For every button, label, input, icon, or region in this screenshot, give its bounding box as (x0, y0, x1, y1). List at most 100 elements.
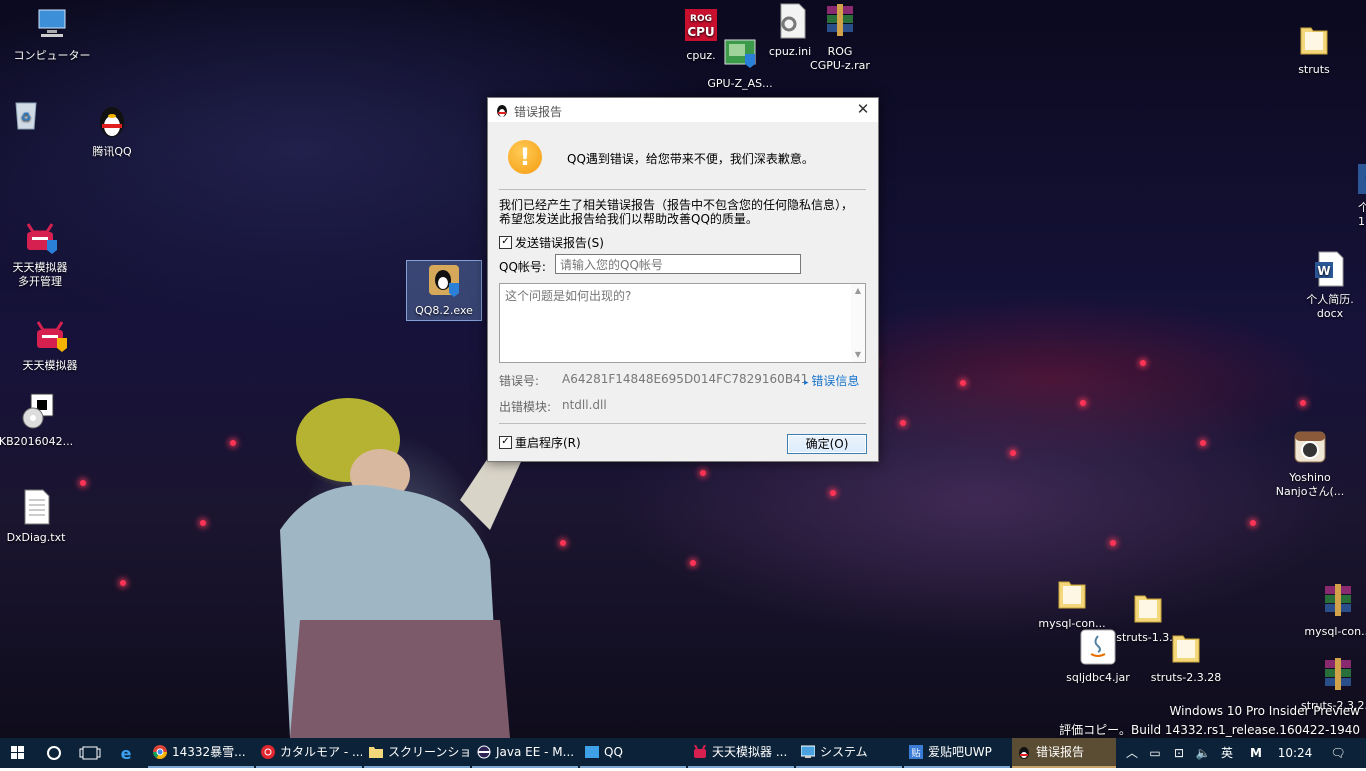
glowstick (200, 520, 206, 526)
scroll-down-icon[interactable]: ▼ (851, 348, 865, 362)
tiantian-emulator-icon (36, 321, 67, 352)
svg-text:♻: ♻ (21, 110, 32, 124)
desktop-icon-resume[interactable]: W 个人简历. docx (1290, 250, 1366, 321)
glowstick (1010, 450, 1016, 456)
volume-icon[interactable]: 🔈 (1192, 738, 1214, 768)
battery-icon[interactable]: ▭ (1144, 738, 1166, 768)
glowstick (1140, 360, 1146, 366)
folder-icon (1300, 27, 1328, 55)
ok-button[interactable]: 确定(O) (787, 434, 867, 454)
cortana-button[interactable] (36, 738, 72, 768)
desktop-icon-recycle-bin[interactable]: ♻ (0, 95, 66, 138)
icon-label: mysql-con... (1304, 625, 1366, 638)
winrar-archive-icon (1325, 658, 1351, 690)
divider (499, 423, 866, 424)
ime-mode[interactable]: 英 (1216, 738, 1238, 768)
java-jar-icon (1080, 629, 1116, 665)
close-icon[interactable]: ✕ (854, 100, 872, 118)
error-info-link[interactable]: ▸ 错误信息 (804, 372, 859, 389)
clock[interactable]: 10:24 (1270, 738, 1320, 768)
desktop-icon-resume-partial[interactable]: W 个 1 (1340, 160, 1366, 229)
send-report-label[interactable]: 发送错误报告(S) (515, 234, 604, 251)
taskbar-item-label: 天天模拟器 ... (712, 745, 788, 759)
error-number-value: A64281F14848E695D014FC7829160B41 (562, 372, 809, 386)
glowstick (960, 380, 966, 386)
show-hidden-icons-button[interactable]: ︿ (1122, 738, 1142, 768)
taskbar-item-label: 爱贴吧UWP (928, 745, 992, 759)
computer-icon (38, 9, 66, 37)
chevron-up-icon: ︿ (1125, 746, 1138, 760)
glowstick (120, 580, 126, 586)
taskbar-item-eclipse[interactable]: Java EE - M... (472, 738, 578, 768)
restart-checkbox[interactable]: ✓ (499, 436, 512, 449)
desktop-icon-struts-2[interactable]: struts-2.3.28 (1146, 628, 1226, 685)
taskbar-item-chrome[interactable]: 14332暴雪... (148, 738, 254, 768)
glowstick (1300, 400, 1306, 406)
start-button[interactable] (0, 738, 36, 768)
desktop-icon-computer[interactable]: コンピューター (12, 6, 92, 63)
icon-label: 天天模拟器 多开管理 (12, 261, 68, 288)
taskbar-item-tieba-uwp[interactable]: 贴爱贴吧UWP (904, 738, 1010, 768)
glowstick (1250, 520, 1256, 526)
icon-label: 天天模拟器 (22, 359, 78, 372)
taskbar-item-qq[interactable]: QQ (580, 738, 686, 768)
svg-text:贴: 贴 (911, 747, 920, 759)
error-number-label: 错误号: (499, 374, 540, 388)
task-view-button[interactable] (72, 738, 108, 768)
desktop-icon-qq-exe[interactable]: QQ8.2.exe (406, 260, 482, 321)
taskbar-item-error-report[interactable]: 错误报告 (1012, 738, 1116, 768)
desktop-icon-sqljdbc[interactable]: sqljdbc4.jar (1058, 628, 1138, 685)
network-icon[interactable]: ⊡ (1168, 738, 1190, 768)
action-center-icon[interactable]: 🗨 (1324, 738, 1352, 768)
word-document-icon: W (1358, 164, 1366, 194)
taskbar: e 14332暴雪... カタルモア - ... スクリーンショ... Java… (0, 738, 1366, 768)
taskbar-item-tiantian[interactable]: 天天模拟器 ... (688, 738, 794, 768)
send-report-checkbox[interactable]: ✓ (499, 236, 512, 249)
icon-label: コンピューター (13, 49, 91, 62)
glowstick (1110, 540, 1116, 546)
edge-button[interactable]: e (108, 738, 144, 768)
textarea-scrollbar[interactable]: ▲ ▼ (851, 284, 865, 362)
glowstick (830, 490, 836, 496)
qq-account-input[interactable]: 请输入您的QQ帐号 (555, 254, 801, 274)
ime-pad[interactable]: M (1244, 738, 1268, 768)
desktop-icon-mysql-con-folder[interactable]: mysql-con... (1032, 574, 1112, 631)
camera-app-icon (1294, 431, 1326, 463)
taskbar-item-system[interactable]: システム (796, 738, 902, 768)
restart-label[interactable]: 重启程序(R) (515, 434, 581, 451)
taskbar-item-label: 错误报告 (1036, 745, 1085, 759)
folder-icon (1058, 581, 1086, 609)
installer-disc-icon (22, 393, 54, 429)
build-watermark-line2: 評価コピー。Build 14332.rs1_release.160422-194… (1059, 723, 1360, 737)
taskbar-item-label: カタルモア - ... (280, 745, 362, 759)
svg-text:W: W (1317, 264, 1330, 278)
desktop-icon-tiantian-multi[interactable]: 天天模拟器 多开管理 (0, 218, 80, 289)
scroll-up-icon[interactable]: ▲ (851, 284, 865, 298)
qq-penguin-icon (497, 105, 507, 117)
taskbar-item-music[interactable]: カタルモア - ... (256, 738, 362, 768)
desktop-icon-mysql-con-rar[interactable]: mysql-con... (1298, 582, 1366, 639)
icon-label: struts (1298, 63, 1330, 76)
problem-description-textarea[interactable]: 这个问题是如何出现的? ▲ ▼ (499, 283, 866, 363)
svg-text:e: e (121, 744, 132, 763)
text-file-icon (24, 489, 50, 525)
task-view-icon (79, 746, 101, 760)
desktop-icon-rog-rar[interactable]: ROG CGPU-z.rar (800, 2, 880, 73)
desktop-icon-dxdiag[interactable]: DxDiag.txt (0, 488, 76, 545)
desktop-icon-yoshino[interactable]: Yoshino Nanjoさん(... (1270, 428, 1350, 499)
module-label: 出错模块: (499, 400, 552, 414)
glowstick (230, 440, 236, 446)
desktop-icon-kb-file[interactable]: KB2016042... (0, 392, 76, 449)
desktop-icon-tiantian[interactable]: 天天模拟器 (10, 316, 90, 373)
chrome-icon (153, 745, 167, 759)
taskbar-item-screenshot-folder[interactable]: スクリーンショ... (364, 738, 470, 768)
desktop-icon-struts-top[interactable]: struts (1274, 20, 1354, 77)
dialog-titlebar[interactable]: 错误报告 ✕ (488, 98, 878, 122)
taskbar-item-label: QQ (604, 745, 623, 759)
divider (499, 189, 866, 190)
winrar-archive-icon (1325, 584, 1351, 616)
desktop-icon-tencent-qq[interactable]: 腾讯QQ (72, 102, 152, 159)
error-info-link-label: 错误信息 (811, 374, 860, 388)
dialog-title: 错误报告 (514, 105, 563, 119)
folder-icon (1172, 635, 1200, 663)
